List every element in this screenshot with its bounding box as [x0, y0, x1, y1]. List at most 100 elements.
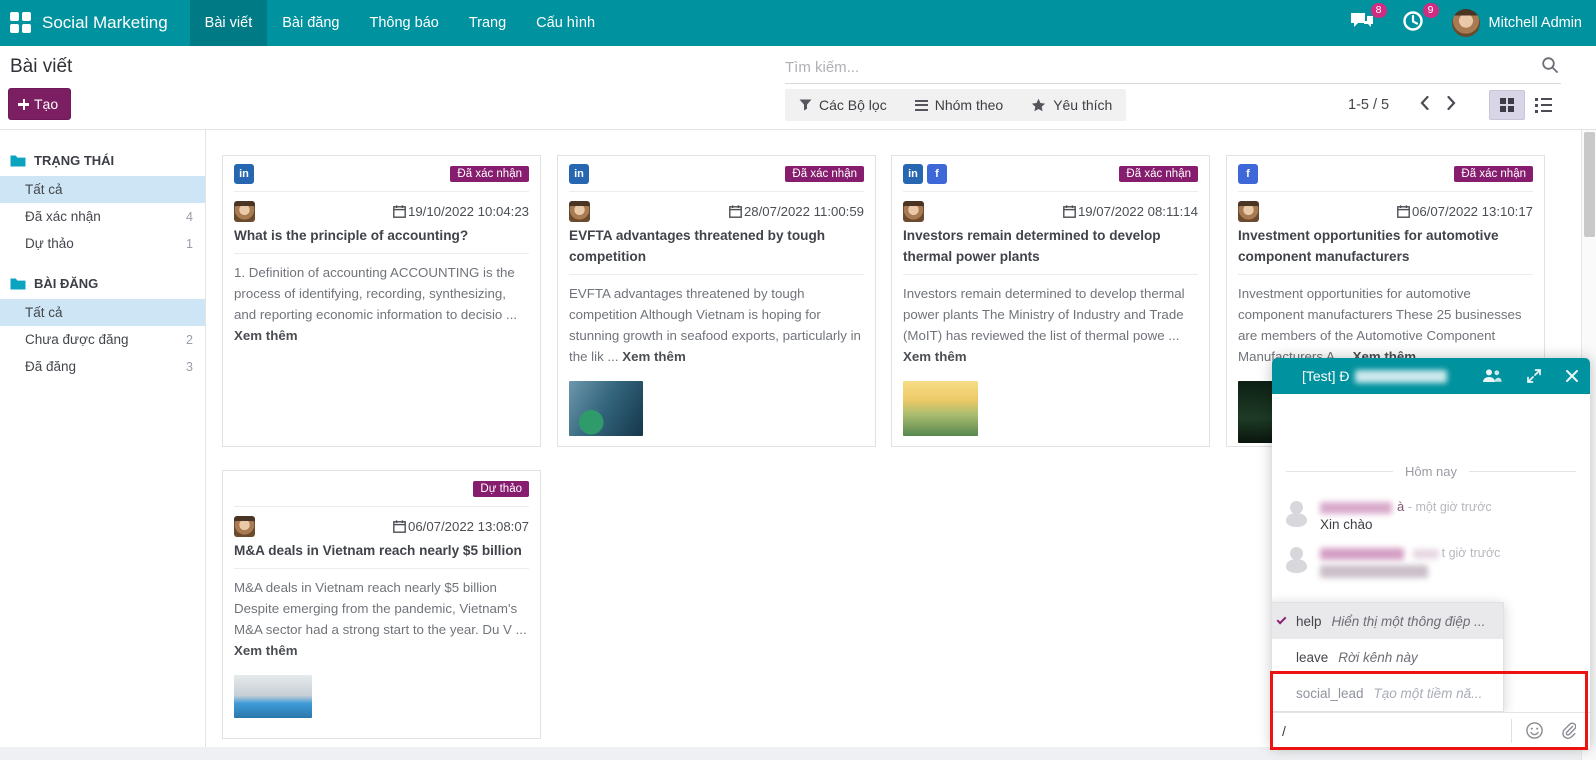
author-avatar — [234, 516, 255, 537]
kanban-icon — [1500, 98, 1514, 112]
post-date: 19/07/2022 08:11:14 — [1063, 204, 1198, 219]
menu-bai-viet[interactable]: Bài viết — [190, 0, 268, 46]
command-leave[interactable]: leave Rời kênh này — [1272, 639, 1503, 675]
activities-count-badge: 9 — [1423, 3, 1439, 18]
author-name-redacted — [1320, 502, 1392, 514]
pager-next-button[interactable] — [1438, 92, 1465, 119]
view-switcher — [1489, 90, 1561, 120]
folder-icon — [10, 154, 26, 167]
date-divider: Hôm nay — [1286, 464, 1576, 479]
search-facets: Các Bộ lọc Nhóm theo Yêu thích — [785, 89, 1126, 121]
apps-grid-icon[interactable] — [10, 12, 32, 34]
read-more-link[interactable]: Xem thêm — [234, 643, 298, 658]
filters-button[interactable]: Các Bộ lọc — [785, 89, 901, 121]
linkedin-icon: in — [903, 164, 923, 184]
top-navbar: Social Marketing Bài viết Bài đăng Thông… — [0, 0, 1596, 46]
person-avatar — [1284, 545, 1309, 575]
sidebar-item-published[interactable]: Đã đăng 3 — [0, 353, 205, 380]
list-view-button[interactable] — [1525, 90, 1561, 120]
app-title: Social Marketing — [40, 0, 182, 46]
chat-header[interactable]: [Test] Đ — [1272, 358, 1590, 394]
menu-cau-hinh[interactable]: Cấu hình — [521, 0, 610, 46]
divider — [0, 129, 1596, 130]
calendar-icon — [393, 205, 406, 218]
linkedin-icon: in — [234, 164, 254, 184]
status-badge: Đã xác nhận — [1119, 166, 1198, 182]
scrollbar-thumb[interactable] — [1584, 132, 1595, 237]
star-icon — [1031, 98, 1046, 112]
sidebar-section-status: TRẠNG THÁI — [0, 144, 205, 176]
search-input[interactable] — [785, 59, 1541, 76]
create-button[interactable]: Tạo — [8, 88, 71, 120]
kanban-card[interactable]: in f Đã xác nhận 19/07/2022 08:11:14 Inv… — [891, 155, 1210, 447]
filter-sidebar: TRẠNG THÁI Tất cả Đã xác nhận 4 Dự thảo … — [0, 130, 206, 760]
chat-window: [Test] Đ Hôm nay à — [1272, 358, 1590, 748]
sidebar-item-posts-all[interactable]: Tất cả — [0, 299, 205, 326]
sidebar-item-status-all[interactable]: Tất cả — [0, 176, 205, 203]
page-title: Bài viết — [10, 56, 72, 78]
facebook-icon: f — [1238, 164, 1258, 184]
kanban-card[interactable]: in Đã xác nhận 28/07/2022 11:00:59 EVFTA… — [557, 155, 876, 447]
calendar-icon — [1397, 205, 1410, 218]
author-avatar — [234, 201, 255, 222]
sidebar-item-unpublished[interactable]: Chưa được đăng 2 — [0, 326, 205, 353]
post-date: 06/07/2022 13:08:07 — [393, 519, 529, 534]
user-menu[interactable]: Mitchell Admin — [1452, 9, 1582, 37]
messages-icon[interactable]: 8 — [1350, 10, 1376, 36]
attachment-icon[interactable] — [1557, 722, 1590, 739]
kanban-card[interactable]: Dự thảo 06/07/2022 13:08:07 M&A deals in… — [222, 470, 541, 739]
status-badge: Đã xác nhận — [1454, 166, 1533, 182]
user-avatar — [1452, 9, 1480, 37]
user-name: Mitchell Admin — [1489, 15, 1582, 31]
pager: 1-5 / 5 — [1348, 89, 1465, 121]
status-badge: Đã xác nhận — [450, 166, 529, 182]
card-title: M&A deals in Vietnam reach nearly $5 bil… — [234, 540, 529, 561]
card-body: M&A deals in Vietnam reach nearly $5 bil… — [234, 577, 529, 661]
card-body: 1. Definition of accounting ACCOUNTING i… — [234, 262, 529, 346]
chat-members-icon[interactable] — [1482, 369, 1502, 383]
kanban-view-button[interactable] — [1489, 90, 1525, 120]
message-text-redacted — [1320, 565, 1428, 578]
chat-expand-icon[interactable] — [1527, 369, 1541, 383]
status-badge: Đã xác nhận — [785, 166, 864, 182]
command-help[interactable]: help Hiển thị một thông điệp ... — [1272, 603, 1503, 639]
kanban-card[interactable]: in Đã xác nhận 19/10/2022 10:04:23 What … — [222, 155, 541, 447]
author-name-redacted — [1320, 548, 1404, 560]
sidebar-item-draft[interactable]: Dự thảo 1 — [0, 230, 205, 257]
person-avatar — [1284, 499, 1309, 529]
activities-clock-icon[interactable]: 9 — [1402, 10, 1428, 36]
card-title: EVFTA advantages threatened by tough com… — [569, 225, 864, 267]
sidebar-item-confirmed[interactable]: Đã xác nhận 4 — [0, 203, 205, 230]
main-menu: Bài viết Bài đăng Thông báo Trang Cấu hì… — [190, 0, 610, 46]
group-by-button[interactable]: Nhóm theo — [901, 89, 1017, 121]
sidebar-section-posts: BÀI ĐĂNG — [0, 267, 205, 299]
post-image — [569, 381, 643, 436]
pager-previous-button[interactable] — [1411, 92, 1438, 119]
post-image — [903, 381, 978, 436]
plus-icon — [18, 99, 29, 110]
facebook-icon: f — [927, 164, 947, 184]
list-icon — [1535, 98, 1552, 113]
search-icon[interactable] — [1541, 56, 1559, 79]
chat-title: [Test] Đ — [1302, 368, 1349, 384]
favorites-button[interactable]: Yêu thích — [1017, 89, 1126, 121]
chat-message: à - một giờ trước Xin chào — [1272, 499, 1590, 532]
chat-title-redacted — [1355, 370, 1447, 383]
read-more-link[interactable]: Xem thêm — [903, 349, 967, 364]
menu-thong-bao[interactable]: Thông báo — [354, 0, 453, 46]
post-date: 06/07/2022 13:10:17 — [1397, 204, 1533, 219]
emoji-icon[interactable] — [1512, 722, 1557, 739]
command-social-lead[interactable]: social_lead Tạo một tiềm nă... — [1272, 675, 1503, 711]
menu-bai-dang[interactable]: Bài đăng — [267, 0, 354, 46]
command-suggestions: help Hiển thị một thông điệp ... leave R… — [1272, 602, 1504, 712]
pager-range: 1-5 / 5 — [1348, 97, 1389, 113]
read-more-link[interactable]: Xem thêm — [234, 328, 298, 343]
navbar-right: 8 9 Mitchell Admin — [1324, 0, 1596, 46]
message-input[interactable] — [1272, 723, 1511, 739]
funnel-icon — [799, 99, 812, 111]
chat-close-icon[interactable] — [1566, 370, 1578, 382]
chat-thread: Hôm nay à - một giờ trước Xin chào t gi — [1272, 394, 1590, 748]
post-image — [234, 675, 312, 718]
menu-trang[interactable]: Trang — [454, 0, 521, 46]
read-more-link[interactable]: Xem thêm — [622, 349, 686, 364]
